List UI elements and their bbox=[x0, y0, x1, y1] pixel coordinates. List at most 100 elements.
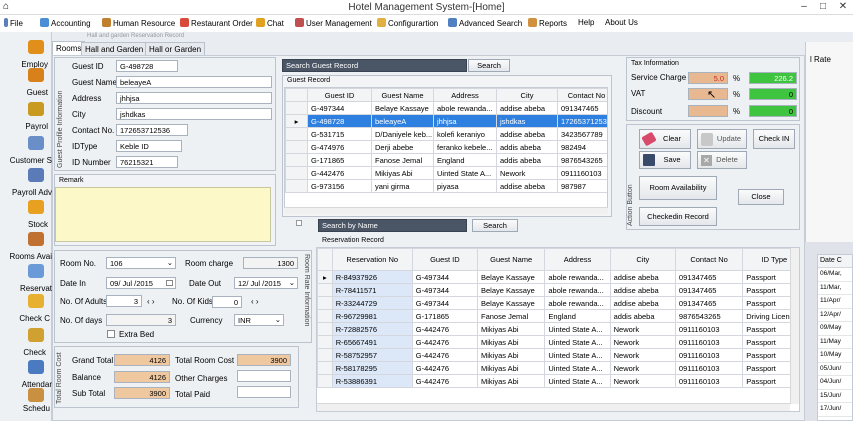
guest-field-input[interactable]: jshdkas bbox=[116, 108, 272, 120]
row-selector[interactable] bbox=[317, 309, 333, 323]
column-header[interactable]: City bbox=[496, 88, 558, 102]
table-row[interactable]: G-973156 yani girma piyasa addise abeba 9879… bbox=[285, 179, 607, 193]
close-window-button[interactable]: ✕ bbox=[834, 0, 852, 14]
menu-restaurant-order[interactable]: Restaurant Order bbox=[180, 18, 253, 28]
kids-input[interactable]: 0 bbox=[212, 296, 242, 308]
table-row[interactable]: R-96729981 G-171865 Fanose Jemal England add… bbox=[317, 309, 799, 323]
tab-hall-and-garden[interactable]: Hall and Garden bbox=[81, 42, 148, 55]
column-header[interactable]: Contact No bbox=[557, 88, 607, 102]
table-row[interactable]: R-78411571 G-497344 Belaye Kassaye abole re… bbox=[317, 283, 799, 297]
row-selector[interactable] bbox=[285, 127, 308, 141]
menu-file[interactable]: File bbox=[4, 18, 23, 28]
guest-field-input[interactable]: G-498728 bbox=[116, 60, 178, 72]
date-in-picker[interactable]: 09/ Jul /2015 bbox=[106, 277, 176, 289]
menu-about-us[interactable]: About Us bbox=[605, 18, 638, 27]
sidebar-item-stock[interactable]: Stock bbox=[0, 200, 52, 229]
table-row[interactable]: R-58178295 G-442476 Mikiyas Abi Uinted Stat… bbox=[317, 361, 799, 375]
menu-help[interactable]: Help bbox=[578, 18, 594, 27]
menu-user-management[interactable]: User Management bbox=[295, 18, 372, 28]
guest-field-input[interactable]: 76215321 bbox=[116, 156, 178, 168]
menu-configuration[interactable]: Configurartion bbox=[377, 18, 438, 28]
checkedin-record-button[interactable]: Checkedin Record bbox=[639, 207, 717, 226]
sidebar-item-customer-service[interactable]: Customer S bbox=[0, 136, 52, 165]
sidebar-item-check[interactable]: Check bbox=[0, 328, 52, 357]
row-selector[interactable] bbox=[317, 322, 333, 336]
update-button[interactable]: Update bbox=[697, 129, 747, 149]
remark-textarea[interactable] bbox=[55, 187, 271, 242]
adults-stepper[interactable]: ‹ › bbox=[147, 297, 155, 306]
search-guest-input[interactable]: Search Guest Record bbox=[282, 59, 467, 72]
row-selector[interactable]: ▸ bbox=[317, 270, 333, 284]
sidebar-item-check-out[interactable]: Check C bbox=[0, 294, 52, 323]
total-paid-input[interactable] bbox=[237, 386, 291, 398]
row-selector[interactable] bbox=[285, 179, 308, 193]
row-selector[interactable] bbox=[285, 153, 308, 167]
menu-advanced-search[interactable]: Advanced Search bbox=[448, 18, 522, 28]
menu-chat[interactable]: Chat bbox=[256, 18, 284, 28]
column-header[interactable]: Address bbox=[433, 88, 497, 102]
table-row[interactable]: R-65667491 G-442476 Mikiyas Abi Uinted Stat… bbox=[317, 335, 799, 349]
check-in-button[interactable]: Check IN bbox=[753, 129, 795, 149]
table-row[interactable]: G-531715 D/Daniyele keb... kolefi keraniyo… bbox=[285, 127, 607, 141]
guest-record-hscroll[interactable] bbox=[284, 207, 608, 214]
search-by-name-checkbox[interactable] bbox=[296, 220, 302, 226]
row-selector[interactable] bbox=[317, 374, 333, 388]
menu-accounting[interactable]: Accounting bbox=[40, 18, 91, 28]
row-selector[interactable]: ▸ bbox=[285, 114, 308, 128]
column-header[interactable]: Guest ID bbox=[411, 248, 479, 271]
table-row[interactable]: G-497344 Belaye Kassaye abole rewanda... ad… bbox=[285, 101, 607, 115]
close-button[interactable]: Close bbox=[738, 189, 784, 205]
sidebar-item-payroll-advance[interactable]: Payroll Adv bbox=[0, 168, 52, 197]
table-row[interactable]: G-474976 Derji abebe feranko kebele... addi… bbox=[285, 140, 607, 154]
column-header[interactable]: Guest ID bbox=[307, 88, 372, 102]
discount-input[interactable] bbox=[688, 105, 728, 117]
adults-input[interactable]: 3 bbox=[106, 295, 142, 307]
delete-button[interactable]: ✕ Delete bbox=[697, 151, 747, 169]
search-by-name-button[interactable]: Search bbox=[472, 219, 518, 232]
clear-button[interactable]: Clear bbox=[639, 129, 691, 149]
guest-field-input[interactable]: Keble ID bbox=[116, 140, 182, 152]
extra-bed-checkbox[interactable] bbox=[107, 330, 115, 338]
table-row[interactable]: R-72882576 G-442476 Mikiyas Abi Uinted Stat… bbox=[317, 322, 799, 336]
column-header[interactable]: Reservation No bbox=[331, 248, 413, 271]
table-row[interactable]: G-442476 Mikiyas Abi Uinted State A... Newo… bbox=[285, 166, 607, 180]
sidebar-item-attendance[interactable]: Attendar bbox=[0, 360, 52, 389]
table-row[interactable]: R-53886391 G-442476 Mikiyas Abi Uinted Stat… bbox=[317, 374, 799, 388]
guest-field-input[interactable]: 172653712536 bbox=[116, 124, 188, 136]
other-charges-input[interactable] bbox=[237, 370, 291, 382]
column-header[interactable]: City bbox=[609, 248, 676, 271]
row-selector[interactable] bbox=[317, 296, 333, 310]
service-charge-input[interactable]: 5.0 bbox=[688, 72, 728, 84]
row-selector[interactable] bbox=[285, 166, 308, 180]
reservation-vscroll[interactable] bbox=[790, 248, 799, 404]
reservation-hscroll[interactable] bbox=[317, 403, 790, 411]
menu-human-resource[interactable]: Human Resource bbox=[102, 18, 175, 28]
row-selector[interactable] bbox=[317, 361, 333, 375]
table-row[interactable]: ▸ R-84937926 G-497344 Belaye Kassaye abole r… bbox=[317, 270, 799, 284]
row-selector[interactable] bbox=[285, 101, 308, 115]
room-no-select[interactable]: 106 ⌄ bbox=[106, 257, 176, 269]
table-row[interactable]: G-171865 Fanose Jemal England addis abeba 98… bbox=[285, 153, 607, 167]
sidebar-item-payroll[interactable]: Payrol bbox=[0, 102, 52, 131]
minimize-button[interactable]: – bbox=[795, 0, 813, 14]
column-header[interactable]: Address bbox=[544, 248, 611, 271]
row-selector[interactable] bbox=[317, 348, 333, 362]
sidebar-item-schedule[interactable]: Schedu bbox=[0, 388, 52, 413]
table-row[interactable]: ▸ G-498728 beleayeA jhhjsa jshdkas 1726537125… bbox=[285, 114, 607, 128]
menu-reports[interactable]: Reports bbox=[528, 18, 567, 28]
row-selector[interactable] bbox=[317, 283, 333, 297]
column-header[interactable]: Guest Name bbox=[371, 88, 434, 102]
date-out-picker[interactable]: 12/ Jul /2015 ⌄ bbox=[234, 277, 298, 289]
sidebar-item-rooms-available[interactable]: Rooms Avai bbox=[0, 232, 52, 261]
kids-stepper[interactable]: ‹ › bbox=[251, 297, 259, 306]
room-availability-button[interactable]: Room Availability bbox=[639, 176, 717, 200]
table-row[interactable]: R-33244729 G-497344 Belaye Kassaye abole re… bbox=[317, 296, 799, 310]
sidebar-item-reservation[interactable]: Reservat bbox=[0, 264, 52, 293]
sidebar-item-guest[interactable]: Guest bbox=[0, 68, 52, 97]
search-guest-button[interactable]: Search bbox=[468, 59, 510, 72]
guest-field-input[interactable]: jhhjsa bbox=[116, 92, 272, 104]
search-by-name-input[interactable]: Search by Name bbox=[318, 219, 467, 232]
row-selector[interactable] bbox=[285, 140, 308, 154]
currency-select[interactable]: INR ⌄ bbox=[234, 314, 284, 326]
row-selector[interactable] bbox=[317, 335, 333, 349]
